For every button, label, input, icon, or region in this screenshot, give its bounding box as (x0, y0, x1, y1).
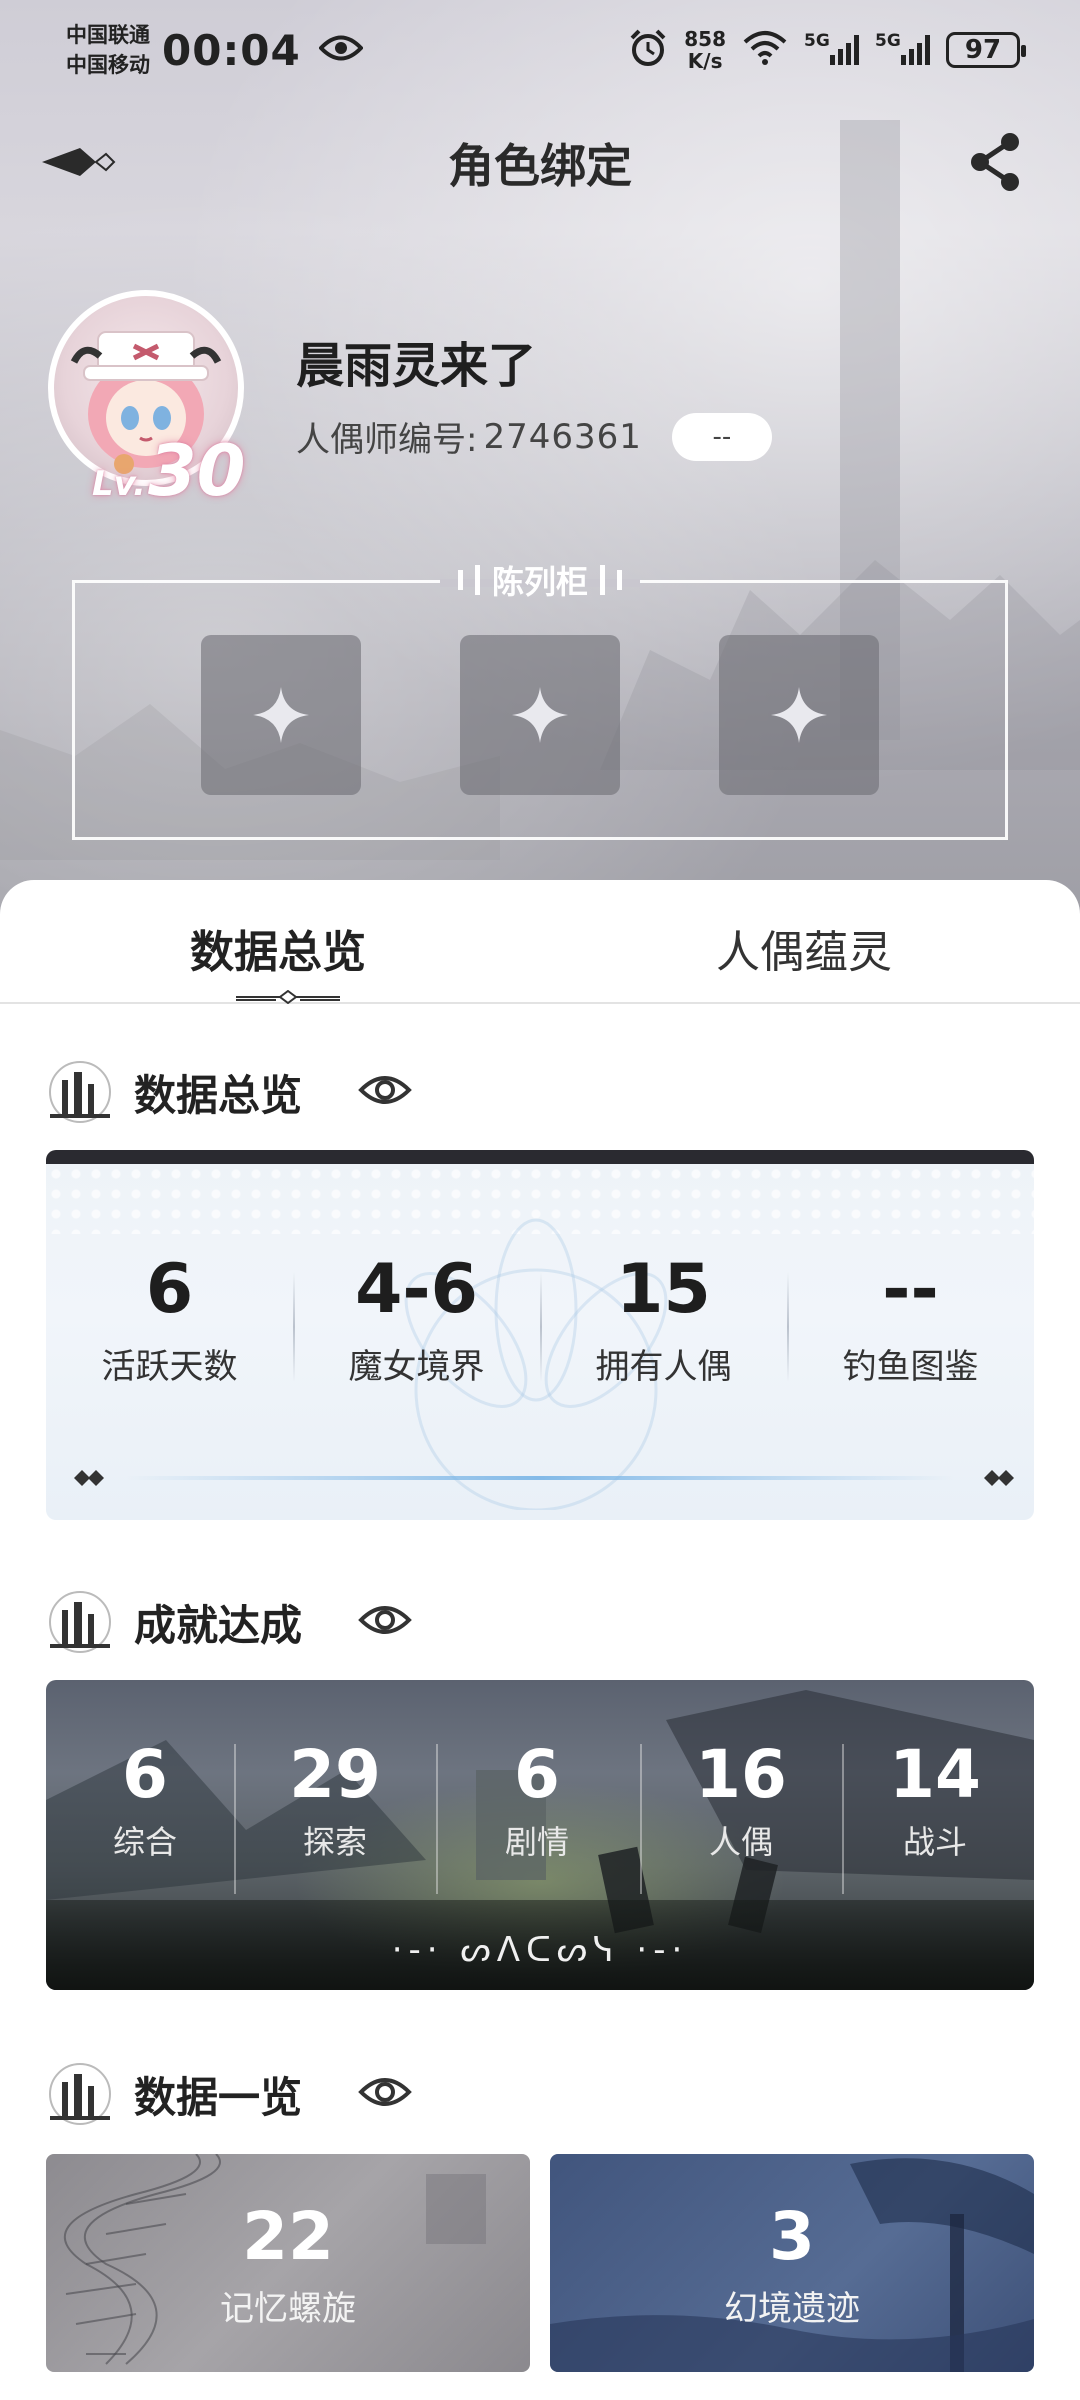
display-case-title-text: 陈列柜 (491, 563, 589, 601)
stat-value: -- (882, 1250, 939, 1329)
stat-active-days: 6 活跃天数 (46, 1250, 293, 1388)
title-bar-decoration (457, 570, 463, 590)
stat-value: 29 (289, 1736, 381, 1813)
active-tab-indicator (236, 990, 340, 1004)
achv-story: 6 剧情 (438, 1736, 636, 1863)
username: 晨雨灵来了 (296, 338, 537, 394)
signal-5g-1: 5G (804, 31, 859, 65)
overview-stats-card: 6 活跃天数 4-6 魔女境界 15 拥有人偶 -- 钓鱼图鉴 (46, 1150, 1034, 1520)
wifi-icon (742, 30, 788, 70)
title-bar-decoration (474, 565, 480, 595)
page-title: 角色绑定 (448, 139, 632, 193)
stat-label: 拥有人偶 (595, 1347, 732, 1387)
display-slot-3[interactable] (719, 635, 879, 795)
achv-battle: 14 战斗 (836, 1736, 1034, 1863)
signal-1-label: 5G (804, 31, 830, 51)
stat-value: 6 (514, 1736, 560, 1813)
display-slot-1[interactable] (201, 635, 361, 795)
stat-owned-dolls: 15 拥有人偶 (540, 1250, 787, 1388)
uid-row: 人偶师编号: 2746361 -- (296, 412, 772, 461)
title-bar-decoration (600, 565, 606, 595)
carrier-1: 中国联通 (66, 23, 150, 47)
battery-indicator: 97 (946, 32, 1026, 68)
share-icon (971, 133, 1019, 191)
signal-2-label: 5G (875, 31, 901, 51)
achv-explore: 29 探索 (236, 1736, 434, 1863)
achievements-card: 6 综合 29 探索 6 剧情 16 人偶 14 战斗 ·-· ᔕᐱᑕᔕᓭ ·-… (46, 1680, 1034, 1990)
net-speed-unit: K/s (687, 49, 723, 73)
memory-spiral-card[interactable]: 22 记忆螺旋 (46, 2154, 530, 2372)
stat-value: 16 (695, 1736, 787, 1813)
carrier-names: 中国联通 中国移动 (66, 20, 150, 80)
stat-value: 14 (889, 1736, 981, 1813)
section-header-achievements: 成就达成 (46, 1590, 412, 1654)
section-emblem-icon (49, 2063, 111, 2125)
stat-value: 4-6 (355, 1250, 478, 1329)
visibility-eye-icon[interactable] (358, 1602, 412, 1642)
status-time: 00:04 (162, 25, 301, 75)
stat-value: 6 (122, 1736, 168, 1813)
sparkle-icon (253, 687, 309, 743)
title-bar-decoration (617, 570, 623, 590)
stat-label: 探索 (302, 1823, 367, 1861)
diamond-ornament-icon (984, 1470, 1014, 1486)
eye-icon (317, 33, 364, 67)
stat-value: 15 (616, 1250, 711, 1329)
carrier-2: 中国移动 (66, 53, 150, 77)
status-bar: 中国联通 中国移动 00:04 858 K/s 5G 5G 97 (0, 0, 1080, 100)
stat-value: 6 (145, 1250, 194, 1329)
stat-label: 钓鱼图鉴 (842, 1347, 979, 1387)
app-header: 角色绑定 (0, 120, 1080, 200)
stat-label: 综合 (112, 1823, 177, 1861)
achv-overall: 6 综合 (46, 1736, 244, 1863)
card-value: 3 (769, 2198, 815, 2275)
net-speed: 858 K/s (684, 28, 726, 72)
achv-doll: 16 人偶 (642, 1736, 840, 1863)
stat-label: 战斗 (902, 1823, 967, 1861)
rune-inscription: ·-· ᔕᐱᑕᔕᓭ ·-· (391, 1930, 689, 1970)
uid-badge[interactable]: -- (671, 412, 772, 461)
alarm-icon (628, 28, 668, 72)
signal-5g-2: 5G (875, 31, 930, 65)
visibility-eye-icon[interactable] (358, 2074, 412, 2114)
tab-data-overview[interactable]: 数据总览 (190, 916, 366, 980)
section-title-overview: 数据总览 (134, 1070, 303, 1120)
section-emblem-icon (49, 1061, 111, 1123)
uid-label: 人偶师编号: (296, 420, 478, 460)
card-label: 幻境遗迹 (724, 2289, 860, 2329)
card-top-bar (46, 1150, 1034, 1164)
stat-label: 魔女境界 (348, 1347, 485, 1387)
stat-label: 人偶 (708, 1823, 773, 1861)
stat-fishing-guide: -- 钓鱼图鉴 (787, 1250, 1034, 1388)
tab-bar: 数据总览 人偶蕴灵 (0, 880, 1080, 1004)
section-header-data-list: 数据一览 (46, 2062, 412, 2126)
section-emblem-icon (49, 1591, 111, 1653)
visibility-eye-icon[interactable] (358, 1072, 412, 1112)
display-case-title: 陈列柜 (442, 557, 638, 603)
card-glow-line (126, 1476, 954, 1480)
stat-label: 剧情 (504, 1823, 569, 1861)
section-title-achievements: 成就达成 (134, 1600, 303, 1650)
diamond-ornament-icon (74, 1470, 104, 1486)
card-label: 记忆螺旋 (220, 2289, 356, 2329)
section-title-data-list: 数据一览 (134, 2072, 303, 2122)
level-prefix: Lv. (92, 464, 146, 504)
net-speed-value: 858 (684, 27, 726, 51)
tab-doll-spirit[interactable]: 人偶蕴灵 (716, 916, 892, 980)
section-header-overview: 数据总览 (46, 1060, 412, 1124)
level-badge: Lv. 30 (92, 430, 245, 512)
display-slot-2[interactable] (460, 635, 620, 795)
stat-label: 活跃天数 (101, 1347, 238, 1387)
illusion-ruins-card[interactable]: 3 幻境遗迹 (550, 2154, 1034, 2372)
stat-witch-realm: 4-6 魔女境界 (293, 1250, 540, 1388)
display-case: 陈列柜 (72, 563, 1008, 840)
level-number: 30 (147, 430, 246, 512)
share-button[interactable] (966, 130, 1030, 194)
sparkle-icon (512, 687, 568, 743)
uid-value: 2746361 (483, 416, 642, 457)
sparkle-icon (771, 687, 827, 743)
card-value: 22 (242, 2198, 334, 2275)
